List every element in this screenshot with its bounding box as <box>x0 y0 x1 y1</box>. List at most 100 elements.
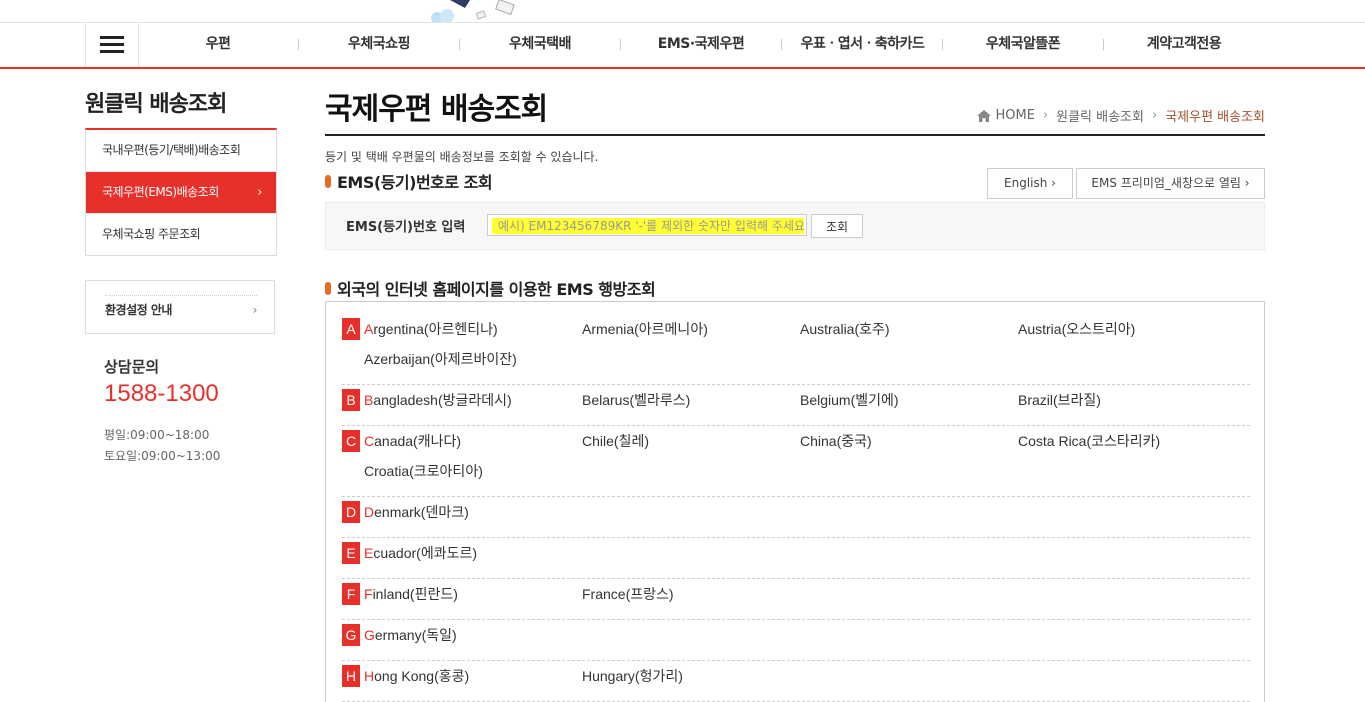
breadcrumb-home[interactable]: HOME <box>995 108 1034 123</box>
country-link[interactable]: Germany(독일) <box>364 625 457 645</box>
page-description: 등기 및 택배 우편물의 배송정보를 조회할 수 있습니다. <box>325 150 599 164</box>
country-link[interactable]: Austria(오스트리아) <box>1018 319 1135 339</box>
country-row-b: B Bangladesh(방글라데시) Belarus(벨라루스) Belgium(벨… <box>342 384 1250 426</box>
nav-item-parcel[interactable]: 우체국택배 <box>477 22 603 67</box>
country-row-a: A Argentina(아르헨티나) Armenia(아르메니아) Australia… <box>342 313 1250 385</box>
chevron-right-icon: › <box>257 185 262 200</box>
country-link[interactable]: Hungary(헝가리) <box>582 666 683 686</box>
country-link[interactable]: Brazil(브라질) <box>1018 390 1101 410</box>
sidebar-item-label: 국제우편(EMS)배송조회 <box>102 185 219 199</box>
ems-search-box: EMS(등기)번호 입력 예시) EM123456789KR '-'를 제외한 … <box>325 202 1265 250</box>
title-divider <box>325 134 1265 136</box>
sidebar-title: 원클릭 배송조회 <box>85 92 227 117</box>
chevron-right-icon: › <box>1151 108 1158 123</box>
sidebar-menu: 국내우편(등기/택배)배송조회 국제우편(EMS)배송조회 › 우체국쇼핑 주문… <box>85 128 277 256</box>
mail-decoration-icon <box>431 0 515 22</box>
sidebar-item-shopping-order[interactable]: 우체국쇼핑 주문조회 <box>86 214 276 255</box>
nav-divider <box>781 39 782 50</box>
section-ems-search-title: EMS(등기)번호로 조회 <box>325 169 493 193</box>
section-title-text: EMS(등기)번호로 조회 <box>337 173 493 192</box>
country-link[interactable]: Belgium(벨기에) <box>800 390 899 410</box>
settings-guide-box: 환경설정 안내 › <box>85 280 275 334</box>
home-icon <box>977 109 992 122</box>
country-link[interactable]: China(중국) <box>800 431 872 451</box>
chevron-right-icon: › <box>1051 176 1056 190</box>
country-link[interactable]: Australia(호주) <box>800 319 890 339</box>
sidebar-item-domestic[interactable]: 국내우편(등기/택배)배송조회 <box>86 130 276 172</box>
nav-item-corporate[interactable]: 계약고객전용 <box>1121 22 1247 67</box>
country-link[interactable]: Argentina(아르헨티나) <box>364 319 498 339</box>
country-link[interactable]: Denmark(덴마크) <box>364 502 469 522</box>
bullet-icon <box>325 281 331 295</box>
country-list: A Argentina(아르헨티나) Armenia(아르메니아) Australia… <box>325 301 1265 702</box>
sidebar-item-international[interactable]: 국제우편(EMS)배송조회 › <box>86 172 276 214</box>
country-row-e: E Ecuador(에콰도르) <box>342 537 1250 579</box>
country-link[interactable]: Costa Rica(코스타리카) <box>1018 431 1160 451</box>
country-row-d: D Denmark(덴마크) <box>342 496 1250 538</box>
settings-guide-label: 환경설정 안내 <box>105 303 172 317</box>
contact-hours: 평일:09:00~18:00 토요일:09:00~13:00 <box>104 425 220 467</box>
ems-premium-button-label: EMS 프리미엄_새창으로 열림 <box>1091 176 1241 190</box>
letter-badge: C <box>342 430 360 452</box>
chevron-right-icon: › <box>252 303 258 317</box>
ems-number-input[interactable]: 예시) EM123456789KR '-'를 제외한 숫자만 입력해 주세요 <box>487 214 807 236</box>
nav-divider <box>620 39 621 50</box>
country-link[interactable]: Chile(칠레) <box>582 431 649 451</box>
main-nav: 우편 우체국쇼핑 우체국택배 EMS·국제우편 우표ㆍ엽서ㆍ축하카드 우체국알뜰… <box>0 22 1365 69</box>
country-link[interactable]: France(프랑스) <box>582 584 674 604</box>
nav-item-ems[interactable]: EMS·국제우편 <box>638 22 764 67</box>
contact-title: 상담문의 <box>104 358 160 376</box>
country-link[interactable]: Belarus(벨라루스) <box>582 390 690 410</box>
letter-badge: A <box>342 318 360 340</box>
english-button[interactable]: English › <box>987 168 1073 199</box>
nav-item-post[interactable]: 우편 <box>168 22 268 67</box>
section-foreign-sites-title: 외국의 인터넷 홈페이지를 이용한 EMS 행방조회 <box>325 276 656 300</box>
nav-item-shopping[interactable]: 우체국쇼핑 <box>316 22 442 67</box>
nav-item-mobile[interactable]: 우체국알뜰폰 <box>960 22 1086 67</box>
sidebar-item-label: 국내우편(등기/택배)배송조회 <box>102 143 241 157</box>
contact-phone: 1588-1300 <box>104 380 219 407</box>
hamburger-menu-button[interactable] <box>85 22 139 67</box>
country-link[interactable]: Finland(핀란드) <box>364 584 458 604</box>
nav-divider <box>942 39 943 50</box>
chevron-right-icon: › <box>1244 176 1250 190</box>
ems-premium-button[interactable]: EMS 프리미엄_새창으로 열림 › <box>1076 168 1265 199</box>
country-row-h: H Hong Kong(홍콩) Hungary(헝가리) <box>342 660 1250 702</box>
saturday-hours: 토요일:09:00~13:00 <box>104 449 221 463</box>
settings-guide-link[interactable]: 환경설정 안내 › <box>105 295 258 322</box>
nav-item-stamps[interactable]: 우표ㆍ엽서ㆍ축하카드 <box>790 22 935 67</box>
nav-divider <box>298 39 299 50</box>
weekday-hours: 평일:09:00~18:00 <box>104 428 210 442</box>
country-link[interactable]: Ecuador(에콰도르) <box>364 543 477 563</box>
bullet-icon <box>325 174 331 188</box>
search-button[interactable]: 조회 <box>811 214 863 238</box>
letter-badge: H <box>342 665 360 687</box>
country-link[interactable]: Armenia(아르메니아) <box>582 319 708 339</box>
country-row-c: C Canada(캐나다) Chile(칠레) China(중국) Costa Rica… <box>342 425 1250 497</box>
breadcrumb: HOME › 원클릭 배송조회 › 국제우편 배송조회 <box>977 106 1265 125</box>
nav-divider <box>459 39 460 50</box>
letter-badge: G <box>342 624 360 646</box>
country-link[interactable]: Hong Kong(홍콩) <box>364 666 469 686</box>
breadcrumb-current: 국제우편 배송조회 <box>1165 110 1265 125</box>
letter-badge: D <box>342 501 360 523</box>
nav-divider <box>1103 39 1104 50</box>
sidebar-item-label: 우체국쇼핑 주문조회 <box>102 227 201 241</box>
letter-badge: B <box>342 389 360 411</box>
country-row-f: F Finland(핀란드) France(프랑스) <box>342 578 1250 620</box>
english-button-label: English <box>1004 176 1048 190</box>
country-link[interactable]: Croatia(크로아티아) <box>364 461 483 481</box>
letter-badge: E <box>342 542 360 564</box>
section-title-text: 외국의 인터넷 홈페이지를 이용한 EMS 행방조회 <box>337 280 656 299</box>
page-title: 국제우편 배송조회 <box>325 92 548 127</box>
country-row-g: G Germany(독일) <box>342 619 1250 661</box>
country-link[interactable]: Azerbaijan(아제르바이잔) <box>364 349 517 369</box>
country-link[interactable]: Canada(캐나다) <box>364 431 461 451</box>
top-strip <box>0 0 1365 23</box>
hamburger-icon <box>100 34 124 55</box>
country-link[interactable]: Bangladesh(방글라데시) <box>364 390 512 410</box>
letter-badge: F <box>342 583 360 605</box>
search-label: EMS(등기)번호 입력 <box>346 220 466 235</box>
breadcrumb-oneclick[interactable]: 원클릭 배송조회 <box>1056 106 1144 125</box>
ems-number-placeholder: 예시) EM123456789KR '-'를 제외한 숫자만 입력해 주세요 <box>492 218 804 234</box>
